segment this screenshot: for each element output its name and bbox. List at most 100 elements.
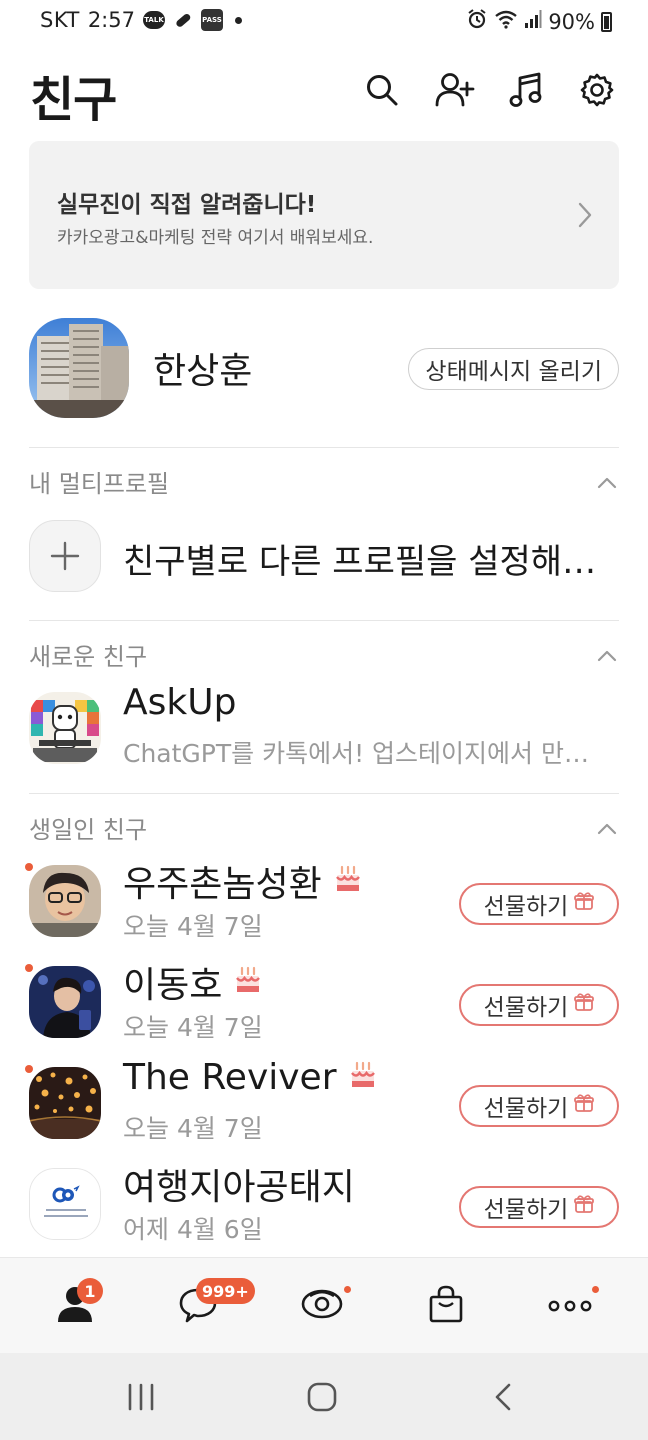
gift-button[interactable]: 선물하기 bbox=[459, 883, 619, 925]
friend-name-text: 여행지아공태지 bbox=[123, 1167, 355, 1208]
section-new-friends[interactable]: 새로운 친구 bbox=[29, 633, 619, 673]
nav-view-tab[interactable] bbox=[292, 1276, 352, 1336]
friend-avatar[interactable] bbox=[29, 966, 101, 1038]
new-update-dot bbox=[25, 863, 33, 871]
time-label: 2:57 bbox=[87, 8, 135, 32]
gift-icon bbox=[574, 891, 595, 917]
gift-button-label: 선물하기 bbox=[483, 1197, 569, 1223]
status-right: 90% bbox=[466, 8, 612, 35]
view-new-dot bbox=[344, 1286, 351, 1293]
section-title: 내 멀티프로필 bbox=[29, 470, 170, 498]
alarm-icon bbox=[466, 8, 488, 35]
new-update-dot bbox=[25, 1065, 33, 1073]
friend-name-text: The Reviver bbox=[123, 1057, 337, 1098]
more-dots-icon bbox=[548, 1297, 592, 1316]
friend-avatar[interactable] bbox=[29, 1168, 101, 1240]
chevron-up-icon bbox=[597, 820, 617, 839]
nav-chats-tab[interactable]: 999+ bbox=[168, 1276, 255, 1336]
section-birthday-friends[interactable]: 생일인 친구 bbox=[29, 806, 619, 846]
carrier-label: SKT bbox=[40, 8, 80, 32]
battery-icon bbox=[601, 11, 612, 32]
status-bar: SKT 2:57 TALK PASS 90% bbox=[0, 0, 648, 44]
nav-friends-tab[interactable]: 1 bbox=[45, 1276, 105, 1336]
birthday-friend-row[interactable]: 우주촌놈성환 오늘 4월 7일 선물하기 bbox=[25, 861, 619, 941]
back-icon[interactable] bbox=[478, 1375, 528, 1419]
gift-button[interactable]: 선물하기 bbox=[459, 1186, 619, 1228]
my-profile-row[interactable]: 한상훈 상태메시지 올리기 bbox=[29, 318, 619, 418]
friend-name: AskUp bbox=[123, 682, 236, 723]
system-nav-bar bbox=[0, 1353, 648, 1440]
friend-name: 이동호 bbox=[123, 956, 262, 1008]
friend-avatar[interactable] bbox=[29, 865, 101, 937]
multi-profile-create-row[interactable]: 친구별로 다른 프로필을 설정해보세요 bbox=[29, 520, 619, 592]
gift-button[interactable]: 선물하기 bbox=[459, 984, 619, 1026]
section-title: 생일인 친구 bbox=[29, 816, 148, 844]
gift-button-label: 선물하기 bbox=[483, 894, 569, 920]
friend-name-text: 우주촌놈성환 bbox=[123, 864, 322, 905]
chats-badge: 999+ bbox=[196, 1278, 255, 1304]
talk-notification-icon: TALK bbox=[142, 11, 165, 29]
status-message-button[interactable]: 상태메시지 올리기 bbox=[408, 348, 619, 390]
chevron-right-icon bbox=[577, 201, 593, 233]
recent-apps-icon[interactable] bbox=[116, 1375, 166, 1419]
gift-icon bbox=[574, 992, 595, 1018]
my-avatar[interactable] bbox=[29, 318, 129, 418]
home-icon[interactable] bbox=[297, 1375, 347, 1419]
section-multi-profile[interactable]: 내 멀티프로필 bbox=[29, 460, 619, 500]
shopping-bag-icon bbox=[426, 1284, 466, 1328]
bottom-nav: 1 999+ bbox=[0, 1257, 648, 1353]
birthday-cake-icon bbox=[349, 1057, 377, 1098]
friend-avatar[interactable] bbox=[29, 1067, 101, 1139]
header: 친구 bbox=[0, 56, 648, 128]
chevron-up-icon bbox=[597, 474, 617, 493]
plus-icon[interactable] bbox=[29, 520, 101, 592]
gift-button-label: 선물하기 bbox=[483, 995, 569, 1021]
friend-status-message: ChatGPT를 카톡에서! 업스테이지에서 만든 AI bbox=[123, 739, 603, 768]
battery-percent: 90% bbox=[548, 9, 595, 34]
new-update-dot bbox=[25, 964, 33, 972]
more-new-dot bbox=[592, 1286, 599, 1293]
banner-subtitle: 카카오광고&마케팅 전략 여기서 배워보세요. bbox=[57, 228, 374, 248]
gift-button[interactable]: 선물하기 bbox=[459, 1085, 619, 1127]
friend-name: 우주촌놈성환 bbox=[123, 855, 362, 907]
birthday-cake-icon bbox=[334, 861, 362, 902]
search-icon[interactable] bbox=[362, 70, 402, 110]
birthday-friend-row[interactable]: The Reviver 오늘 4월 7일 선물하기 bbox=[25, 1057, 619, 1143]
section-title: 새로운 친구 bbox=[29, 643, 148, 671]
chevron-up-icon bbox=[597, 647, 617, 666]
gift-button-label: 선물하기 bbox=[483, 1096, 569, 1122]
signal-icon bbox=[524, 9, 542, 34]
gift-icon bbox=[574, 1194, 595, 1220]
divider bbox=[29, 620, 619, 621]
divider bbox=[29, 793, 619, 794]
friend-name: 여행지아공태지 bbox=[123, 1158, 355, 1210]
friend-name-text: 이동호 bbox=[123, 965, 223, 1006]
wifi-icon bbox=[494, 9, 518, 34]
friend-row-askup[interactable]: AskUp ChatGPT를 카톡에서! 업스테이지에서 만든 AI bbox=[29, 682, 619, 768]
gift-icon bbox=[574, 1093, 595, 1119]
divider bbox=[29, 447, 619, 448]
more-notifications-dot bbox=[234, 16, 242, 24]
banner-title: 실무진이 직접 알려줍니다! bbox=[57, 192, 317, 218]
nav-more-tab[interactable] bbox=[540, 1276, 600, 1336]
settings-icon[interactable] bbox=[577, 70, 617, 110]
friend-avatar[interactable] bbox=[29, 692, 101, 764]
my-name: 한상훈 bbox=[153, 351, 253, 392]
ad-banner[interactable]: 실무진이 직접 알려줍니다! 카카오광고&마케팅 전략 여기서 배워보세요. bbox=[29, 141, 619, 289]
friend-name: The Reviver bbox=[123, 1057, 377, 1098]
status-left: SKT 2:57 TALK PASS bbox=[40, 8, 242, 32]
pill-notification-icon bbox=[173, 10, 193, 30]
friend-name-text: AskUp bbox=[123, 682, 237, 723]
music-icon[interactable] bbox=[506, 70, 546, 110]
friends-screen: SKT 2:57 TALK PASS 90% 친구 실무진이 직접 알려줍니다!… bbox=[0, 0, 648, 1440]
friends-badge: 1 bbox=[77, 1278, 103, 1304]
birthday-cake-icon bbox=[234, 962, 262, 1003]
add-friend-icon[interactable] bbox=[435, 70, 475, 110]
birthday-friend-row[interactable]: 여행지아공태지 어제 4월 6일 선물하기 bbox=[29, 1164, 619, 1244]
pass-notification-icon: PASS bbox=[200, 9, 223, 31]
multi-profile-prompt: 친구별로 다른 프로필을 설정해보세요 bbox=[123, 542, 619, 582]
birthday-friend-row[interactable]: 이동호 오늘 4월 7일 선물하기 bbox=[25, 962, 619, 1042]
page-title: 친구 bbox=[30, 72, 117, 128]
nav-shopping-tab[interactable] bbox=[416, 1276, 476, 1336]
view-eye-icon bbox=[300, 1284, 344, 1328]
